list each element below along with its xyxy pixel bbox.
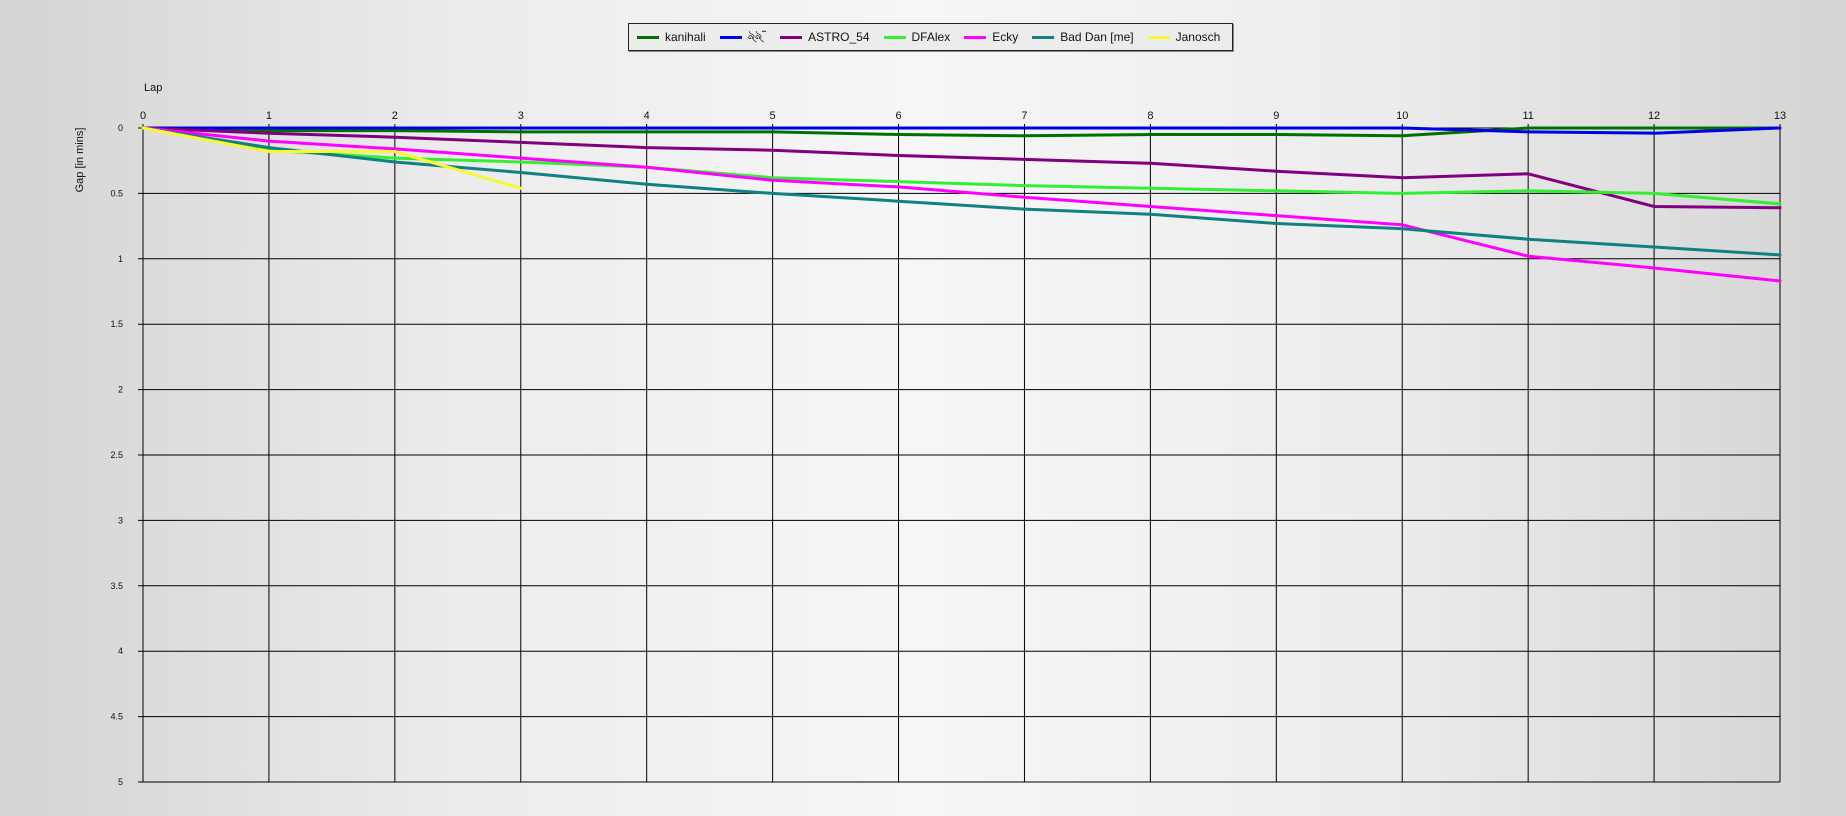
y-tick-label: 4.5 <box>110 712 123 722</box>
y-tick-label: 1 <box>118 254 123 264</box>
y-tick-label: 0 <box>118 123 123 133</box>
y-tick-label: 3 <box>118 515 123 525</box>
x-tick-label: 8 <box>1147 110 1153 122</box>
y-tick-label: 1.5 <box>110 319 123 329</box>
x-tick-label: 13 <box>1774 110 1786 122</box>
y-tick-label: 5 <box>118 777 123 787</box>
y-tick-label: 2.5 <box>110 450 123 460</box>
x-tick-label: 4 <box>644 110 650 122</box>
x-tick-label: 6 <box>895 110 901 122</box>
x-axis-label: Lap <box>144 82 162 94</box>
series-line <box>141 126 1782 210</box>
y-tick-label: 3.5 <box>110 581 123 591</box>
y-axis-label: Gap [in mins] <box>74 128 86 193</box>
x-tick-label: 2 <box>392 110 398 122</box>
y-tick-label: 2 <box>118 385 123 395</box>
x-tick-label: 3 <box>518 110 524 122</box>
gap-chart: kanihali ঌ্ঌ্˜ ASTRO_54 DFAlex Ecky Bad … <box>0 0 1846 816</box>
x-tick-label: 12 <box>1648 110 1660 122</box>
y-tick-label: 0.5 <box>110 188 123 198</box>
x-tick-label: 0 <box>140 110 146 122</box>
x-tick-label: 10 <box>1396 110 1408 122</box>
x-tick-label: 7 <box>1021 110 1027 122</box>
x-tick-label: 1 <box>266 110 272 122</box>
y-tick-label: 4 <box>118 646 123 656</box>
x-tick-label: 9 <box>1273 110 1279 122</box>
x-tick-label: 5 <box>770 110 776 122</box>
x-tick-label: 11 <box>1522 110 1533 122</box>
plot-area: Lap Gap [in mins] 0 1 2 3 4 5 6 7 8 9 10 11 12 1300.5… <box>74 82 1786 787</box>
